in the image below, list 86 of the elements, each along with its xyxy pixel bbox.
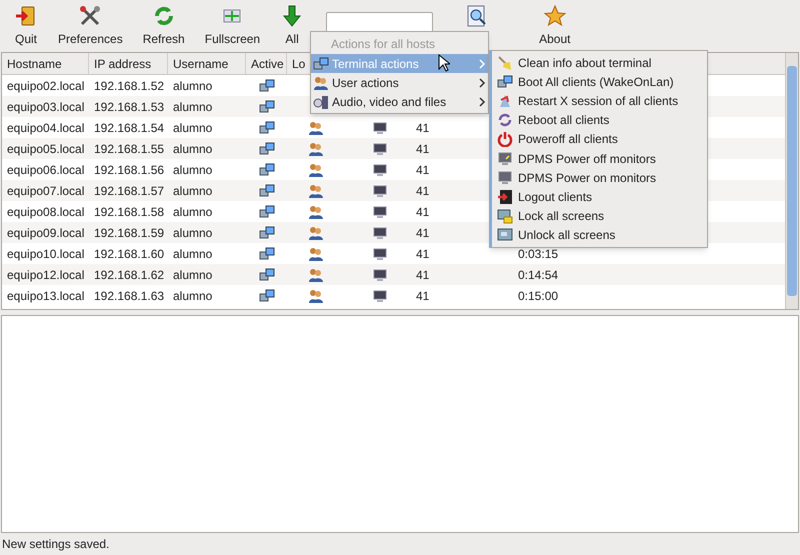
table-cell-text: 192.168.1.52 [93, 78, 166, 94]
table-cell-text: alumno [172, 98, 214, 116]
table-cell-text: 192.168.1.62 [93, 266, 166, 284]
table-cell-text: alumno [172, 224, 214, 242]
table-cell-text: 192.168.1.58 [93, 204, 166, 220]
restart-icon [497, 92, 513, 109]
table-cell-text: 41 [416, 288, 430, 304]
table-cell-text: alumno [172, 120, 214, 136]
table-cell-text: 0:03:15 [518, 246, 558, 262]
table-cell-text: 41 [416, 204, 430, 220]
table-cell-text: equipo08.local [6, 204, 86, 220]
table-cell-text: 0:14:54 [518, 266, 558, 284]
menu-item[interactable]: DPMS Power off monitors [492, 148, 707, 168]
broom-icon [497, 54, 513, 71]
table-cell-text: equipo05.local [6, 140, 86, 158]
column-header[interactable]: Active [246, 53, 287, 74]
table-cell-text: 0:15:00 [518, 288, 558, 304]
table-cell-text: equipo04.local [6, 120, 86, 136]
toolbar-button[interactable]: About [531, 4, 578, 48]
menu-item[interactable]: Boot All clients (WakeOnLan) [492, 72, 707, 92]
menu-item[interactable]: Lock all screens [492, 206, 707, 226]
toolbar-button[interactable]: Refresh [134, 4, 193, 48]
table-cell-text: equipo03.local [6, 98, 86, 116]
locked-screen-icon [497, 208, 513, 224]
table-cell-text: 41 [416, 266, 430, 284]
column-header[interactable]: Username [168, 53, 246, 74]
logout-icon [497, 188, 513, 205]
mouse-pointer-icon [438, 54, 450, 72]
toolbar-button[interactable]: Quit [6, 4, 46, 48]
table-cell-text: 41 [416, 182, 430, 200]
toolbar-button[interactable]: Fullscreen [196, 4, 268, 48]
table-cell-text: alumno [172, 266, 214, 284]
table-cell-text: 192.168.1.54 [93, 120, 166, 136]
table-cell-text: 192.168.1.55 [93, 140, 166, 158]
table-cell-text: 192.168.1.60 [93, 246, 166, 262]
table-cell-text: 192.168.1.59 [93, 224, 166, 242]
monitor-icon [497, 170, 513, 186]
monitor-icon [497, 150, 513, 167]
table-cell-text: 41 [416, 246, 430, 262]
table-cell-text: alumno [172, 140, 214, 158]
tools-icon [78, 4, 102, 28]
reboot-icon [497, 112, 513, 128]
table-cell-text: 41 [416, 162, 430, 178]
users-icon [313, 74, 329, 90]
table-cell-text: 41 [416, 224, 430, 242]
network-computers-icon [497, 74, 513, 90]
table-cell-text: equipo13.local [6, 288, 86, 304]
table-cell-text: 192.168.1.53 [93, 98, 166, 116]
table-cell-text: equipo10.local [6, 246, 86, 262]
table-cell-text: alumno [172, 288, 214, 304]
table-cell-text: 192.168.1.57 [93, 182, 166, 200]
column-header[interactable]: Hostname [2, 53, 89, 74]
table-cell-text: alumno [172, 246, 214, 262]
table-cell-text: alumno [172, 78, 214, 94]
menu-item[interactable]: DPMS Power on monitors [492, 168, 707, 188]
screen-icon [497, 227, 513, 244]
speaker-icon [313, 94, 329, 110]
menu-item[interactable]: User actions [311, 73, 488, 92]
menu-item[interactable]: Restart X session of all clients [492, 91, 707, 111]
toolbar-button[interactable]: Preferences [50, 4, 131, 48]
network-computers-icon [313, 56, 329, 72]
table-cell-text: alumno [172, 182, 214, 200]
scrollbar[interactable] [785, 53, 798, 309]
table-cell-text: equipo12.local [6, 266, 86, 284]
table-cell-text: equipo06.local [6, 162, 86, 178]
menu-item[interactable]: Clean info about terminal [492, 53, 707, 72]
star-icon [542, 4, 567, 28]
table-cell-text: 192.168.1.56 [93, 162, 166, 178]
menu-item[interactable]: Reboot all clients [492, 110, 707, 130]
menu-item[interactable]: Unlock all screens [492, 226, 707, 245]
table-cell-text: 192.168.1.63 [93, 288, 166, 304]
power-icon [497, 131, 513, 148]
menu-item[interactable]: Audio, video and files [311, 92, 488, 111]
column-header[interactable]: IP address [89, 53, 168, 74]
menu-title: Actions for all hosts [330, 36, 436, 53]
menu-item[interactable]: Logout clients [492, 187, 707, 206]
table-cell-text: equipo09.local [6, 224, 86, 242]
table-cell-text: equipo02.local [6, 78, 86, 94]
table-cell-text: 41 [416, 140, 430, 158]
table-cell-text: equipo07.local [6, 182, 86, 200]
table-cell-text: alumno [172, 204, 214, 220]
table-cell-text: alumno [172, 162, 214, 178]
menu-item[interactable]: Poweroff all clients [492, 130, 707, 149]
table-cell-text: 41 [416, 120, 430, 136]
status-text: New settings saved. [2, 536, 110, 553]
toolbar-button[interactable]: All [272, 4, 312, 48]
